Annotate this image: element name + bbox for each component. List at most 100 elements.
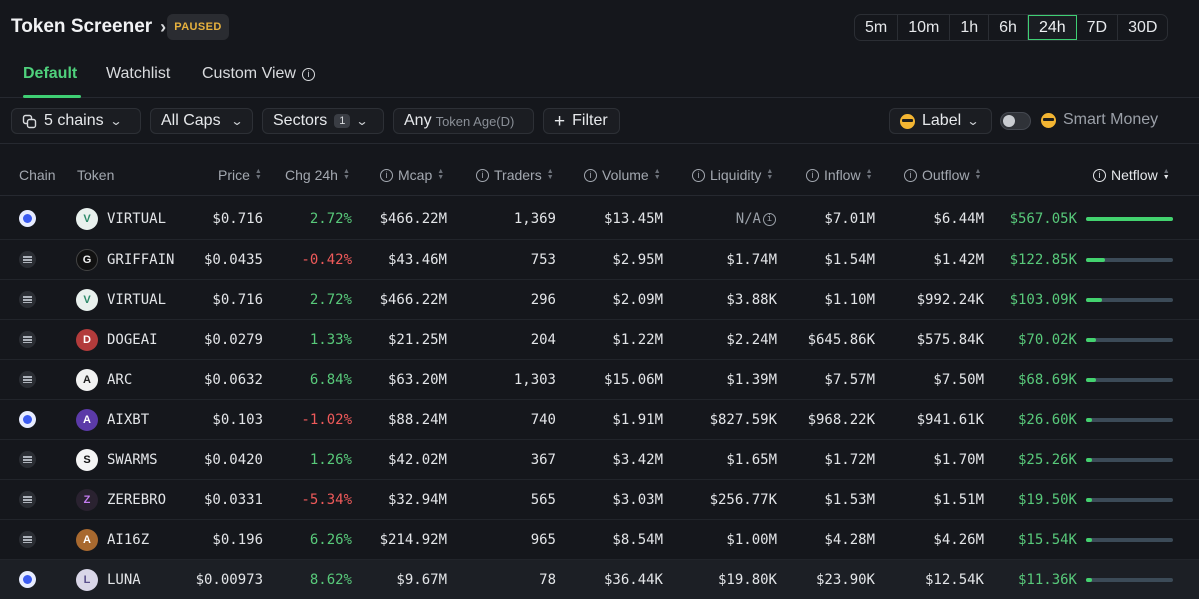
liquidity-cell: $1.39M [726,372,777,388]
add-filter-button[interactable]: + Filter [543,108,620,134]
token-age-value: Any [404,112,432,129]
netflow-cell: $11.36K [1017,572,1077,588]
info-icon[interactable]: i [476,168,489,182]
token-name[interactable]: VIRTUAL [107,211,166,227]
outflow-cell: $6.44M [933,211,984,227]
token-logo-icon: V [76,289,98,311]
tab-default[interactable]: Default [23,65,77,83]
smart-money-toggle[interactable] [1000,112,1031,130]
mcap-cell: $32.94M [387,492,447,508]
column-netflow[interactable]: i Netflow ▲ ▼ [1093,167,1170,183]
token-name[interactable]: VIRTUAL [107,292,166,308]
token-logo-icon: D [76,329,98,351]
mcap-cell: $43.46M [387,252,447,268]
timeframe-5m[interactable]: 5m [855,15,899,40]
traders-cell: 78 [539,572,556,588]
info-icon[interactable]: i [904,168,917,182]
timeframe-selector: 5m 10m 1h 6h 24h 7D 30D [854,14,1169,41]
table-row[interactable]: A AIXBT $0.103 -1.02% $88.24M 740 $1.91M $827.5… [0,400,1199,440]
sunglasses-icon [900,113,915,129]
netflow-cell: $26.60K [1017,412,1077,428]
netflow-bar [1086,258,1173,262]
change-cell: 1.33% [309,332,352,348]
liquidity-cell: $2.24M [726,332,777,348]
tab-custom-view[interactable]: Custom View i [202,65,315,83]
sort-desc-icon: ▲ ▼ [1162,168,1170,181]
mcap-cell: $21.25M [387,332,447,348]
sectors-dropdown[interactable]: Sectors 1 ⌄ [262,108,384,134]
mcap-cell: $466.22M [379,292,447,308]
chains-dropdown[interactable]: 5 chains ⌄ [11,108,141,134]
token-name[interactable]: SWARMS [107,452,158,468]
netflow-bar [1086,498,1173,502]
table-row[interactable]: D DOGEAI $0.0279 1.33% $21.25M 204 $1.22M $2.24… [0,320,1199,360]
info-icon[interactable]: i [584,168,597,182]
token-name[interactable]: ARC [107,372,132,388]
token-logo-icon: V [76,208,98,230]
table-row[interactable]: S SWARMS $0.0420 1.26% $42.02M 367 $3.42M $1.65… [0,440,1199,480]
token-logo-icon: A [76,529,98,551]
table-row[interactable]: A AI16Z $0.196 6.26% $214.92M 965 $8.54M $1.00M… [0,520,1199,560]
token-name[interactable]: ZEREBRO [107,492,166,508]
token-name[interactable]: GRIFFAIN [107,252,174,268]
inflow-cell: $7.57M [824,372,875,388]
table-row[interactable]: Z ZEREBRO $0.0331 -5.34% $32.94M 565 $3.03M $25… [0,480,1199,520]
solana-chain-icon [19,491,36,508]
timeframe-30d[interactable]: 30D [1118,15,1167,40]
netflow-bar-fill [1086,378,1096,382]
outflow-cell: $575.84K [916,332,984,348]
info-icon[interactable]: i [763,212,776,226]
column-chg-24h[interactable]: Chg 24h ▲ ▼ [285,167,350,183]
volume-cell: $13.45M [603,211,663,227]
info-icon[interactable]: i [380,168,393,182]
table-row[interactable]: V VIRTUAL $0.716 2.72% $466.22M 1,369 $13.45M N… [0,197,1199,240]
netflow-bar [1086,378,1173,382]
token-name[interactable]: AIXBT [107,412,149,428]
timeframe-24h[interactable]: 24h [1027,15,1077,40]
column-volume[interactable]: i Volume ▲ ▼ [584,167,661,183]
column-liquidity[interactable]: i Liquidity ▲ ▼ [692,167,773,183]
info-icon[interactable]: i [301,67,315,81]
token-age-filter[interactable]: Any Token Age(D) [393,108,534,134]
sectors-count-badge: 1 [334,114,351,128]
column-traders[interactable]: i Traders ▲ ▼ [476,167,554,183]
tab-watchlist-label: Watchlist [106,65,171,82]
volume-cell: $3.42M [612,452,663,468]
token-name[interactable]: DOGEAI [107,332,158,348]
netflow-bar [1086,538,1173,542]
timeframe-7d[interactable]: 7D [1077,15,1119,40]
table-row[interactable]: V VIRTUAL $0.716 2.72% $466.22M 296 $2.09M $3.8… [0,280,1199,320]
traders-cell: 1,369 [513,211,556,227]
info-icon[interactable]: i [1093,168,1106,182]
token-name[interactable]: LUNA [107,572,141,588]
traders-cell: 753 [530,252,556,268]
sort-icon: ▲ ▼ [437,168,445,181]
info-icon[interactable]: i [806,168,819,182]
info-icon[interactable]: i [692,168,705,182]
column-mcap[interactable]: i Mcap ▲ ▼ [380,167,444,183]
outflow-cell: $1.51M [933,492,984,508]
column-inflow[interactable]: i Inflow ▲ ▼ [806,167,873,183]
tab-watchlist[interactable]: Watchlist [106,65,170,83]
timeframe-10m[interactable]: 10m [898,15,951,40]
token-name[interactable]: AI16Z [107,532,149,548]
layers-icon [22,114,37,128]
table-row[interactable]: A ARC $0.0632 6.84% $63.20M 1,303 $15.06M $1.39… [0,360,1199,400]
caps-dropdown[interactable]: All Caps ⌄ [150,108,253,134]
sort-icon: ▲ ▼ [653,168,661,181]
table-row[interactable]: G GRIFFAIN $0.0435 -0.42% $43.46M 753 $2.95M $1… [0,240,1199,280]
token-age-label: Token Age(D) [435,113,515,129]
page-title[interactable]: Token Screener › [11,16,166,38]
column-outflow[interactable]: i Outflow ▲ ▼ [904,167,981,183]
column-chain: Chain [19,167,56,183]
timeframe-1h[interactable]: 1h [950,15,990,40]
netflow-bar-fill [1086,298,1102,302]
label-dropdown[interactable]: Label ⌄ [889,108,992,134]
solana-chain-icon [19,451,36,468]
table-row[interactable]: L LUNA $0.00973 8.62% $9.67M 78 $36.44K $19.80K… [0,560,1199,599]
timeframe-6h[interactable]: 6h [989,15,1028,40]
netflow-bar-fill [1086,217,1173,221]
price-cell: $0.196 [212,532,263,548]
column-price[interactable]: Price ▲ ▼ [218,167,262,183]
liquidity-cell: $1.65M [726,452,777,468]
